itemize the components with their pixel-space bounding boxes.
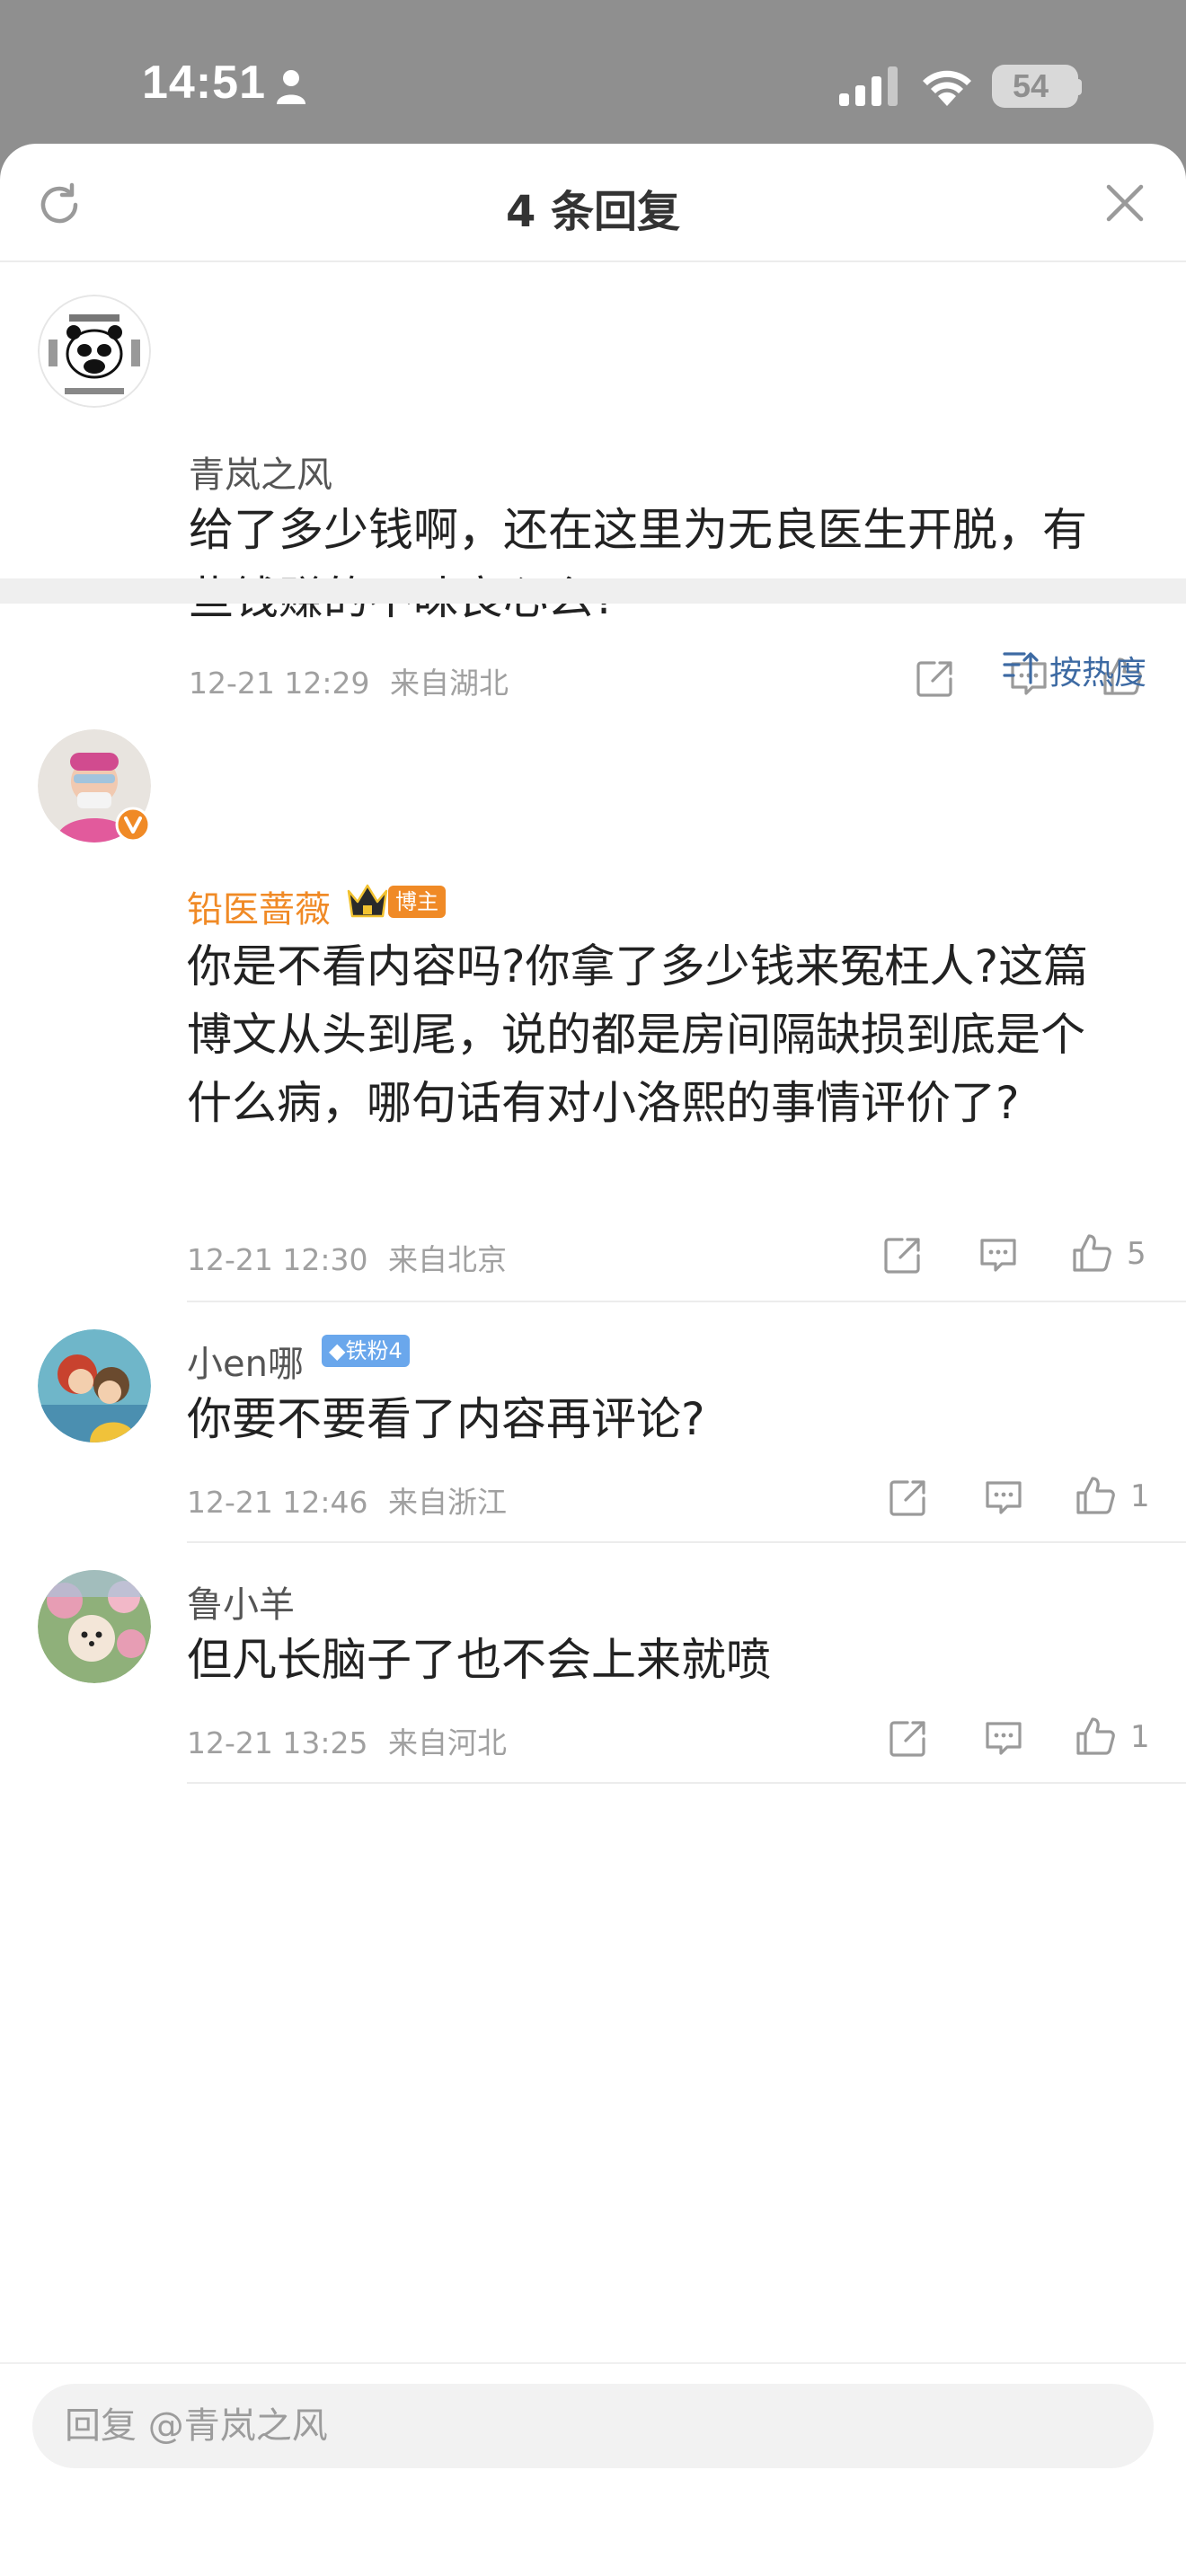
reply-bar	[0, 2362, 1186, 2576]
share-icon[interactable]	[888, 1477, 929, 1518]
share-icon[interactable]	[915, 657, 956, 699]
sort-toggle[interactable]: 按热度	[1003, 645, 1155, 692]
fan-badge-label: 铁粉4	[345, 1338, 403, 1363]
comment-icon[interactable]	[983, 1717, 1024, 1759]
like-count: 1	[1130, 1478, 1150, 1514]
person-icon	[277, 70, 305, 104]
reply-text: 你是不看内容吗?你拿了多少钱来冤枉人?这篇博文从头到尾，说的都是房间隔缺损到底是…	[187, 940, 1089, 1129]
avatar[interactable]	[38, 295, 151, 408]
author-badge: 博主	[388, 886, 446, 918]
reply-location: 来自河北	[387, 1725, 507, 1760]
reply-time: 12-21 12:30	[187, 1242, 368, 1277]
verified-icon	[115, 807, 151, 842]
reply-divider	[187, 1301, 1186, 1302]
reply-meta: 12-21 13:25 来自河北	[187, 1719, 507, 1762]
sort-label: 按热度	[1049, 655, 1147, 692]
comment-meta: 12-21 12:29 来自湖北	[189, 659, 509, 702]
reply-time: 12-21 13:25	[187, 1725, 368, 1760]
battery-nub	[1075, 79, 1082, 95]
reply-time: 12-21 12:46	[187, 1485, 368, 1520]
comment-text: 给了多少钱啊，还在这里为无良医生开脱，有些钱赚的不昧良心么?	[189, 504, 1087, 624]
like-icon[interactable]	[1071, 1232, 1112, 1274]
replies-sheet: 4 条回复 青岚之风 给了多少钱啊，还在这里为无良医生开脱，有些钱赚的不昧良心么…	[0, 144, 1186, 2576]
reply-text: 但凡长脑子了也不会上来就喷	[187, 1634, 771, 1686]
comment-author[interactable]: 青岚之风	[189, 446, 332, 498]
share-icon[interactable]	[888, 1717, 929, 1759]
status-bar: 14:51 54	[0, 0, 1186, 144]
reply-author[interactable]: 铅医蔷薇	[187, 880, 331, 932]
crown-icon	[347, 884, 388, 918]
like-icon[interactable]	[1075, 1716, 1116, 1757]
battery-level: 54	[1012, 67, 1049, 104]
section-divider	[0, 578, 1186, 604]
wifi-icon	[923, 70, 971, 106]
sheet-title: 4 条回复	[505, 187, 681, 237]
close-icon[interactable]	[1103, 181, 1146, 225]
battery-icon: 54	[992, 65, 1078, 108]
like-count: 5	[1127, 1236, 1146, 1272]
reply-divider	[187, 1541, 1186, 1543]
fan-badge: ◆铁粉4	[322, 1335, 410, 1367]
share-icon[interactable]	[882, 1234, 924, 1275]
avatar[interactable]	[38, 1570, 151, 1683]
reply-divider	[187, 1782, 1186, 1784]
status-time: 14:51	[142, 57, 266, 109]
reply-meta: 12-21 12:46 来自浙江	[187, 1478, 507, 1522]
diamond-icon: ◆	[329, 1338, 346, 1363]
reply-author[interactable]: 鲁小羊	[187, 1575, 295, 1628]
comment-location: 来自湖北	[389, 666, 509, 701]
like-count: 1	[1130, 1719, 1150, 1755]
comment-icon[interactable]	[978, 1234, 1019, 1275]
sort-icon	[1003, 652, 1039, 684]
reply-input[interactable]	[32, 2384, 1154, 2468]
reply-meta: 12-21 12:30 来自北京	[187, 1236, 507, 1279]
sheet-header: 4 条回复	[0, 144, 1186, 262]
reply-text: 你要不要看了内容再评论?	[187, 1393, 705, 1445]
avatar[interactable]	[38, 1329, 151, 1442]
comment-icon[interactable]	[983, 1477, 1024, 1518]
comment-time: 12-21 12:29	[189, 666, 370, 701]
cellular-signal-icon	[839, 66, 898, 106]
reply-location: 来自浙江	[387, 1485, 507, 1520]
reply-location: 来自北京	[387, 1242, 507, 1277]
reply-author[interactable]: 小en哪	[187, 1335, 304, 1387]
like-icon[interactable]	[1075, 1475, 1116, 1516]
